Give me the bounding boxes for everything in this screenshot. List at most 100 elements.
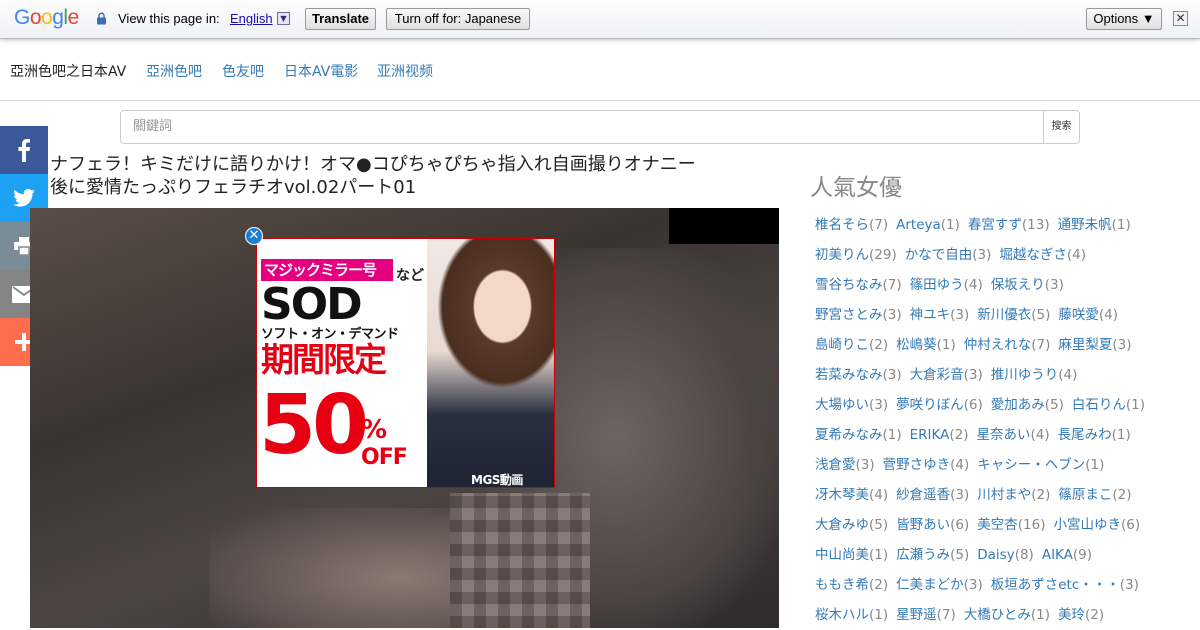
actress-link[interactable]: 堀越なぎさ bbox=[999, 247, 1067, 263]
actress-count: (1) bbox=[936, 337, 956, 353]
actress-link[interactable]: 小宮山ゆき bbox=[1053, 517, 1121, 533]
nav-link-friends-bar[interactable]: 色友吧 bbox=[222, 61, 264, 81]
ad-discount: 50 bbox=[259, 378, 369, 473]
actress-link[interactable]: 大倉みゆ bbox=[815, 517, 869, 533]
actress-count: (2) bbox=[949, 427, 969, 443]
actress-link[interactable]: 麻里梨夏 bbox=[1058, 337, 1112, 353]
actress-link[interactable]: Daisy bbox=[977, 547, 1014, 563]
actress-link[interactable]: 美玲 bbox=[1058, 607, 1085, 623]
actress-count: (5) bbox=[1044, 397, 1064, 413]
ad-banner[interactable]: マジックミラー号 など SOD ソフト・オン・デマンド 期間限定 50 % OF… bbox=[256, 238, 555, 488]
ad-percent: % bbox=[361, 415, 388, 445]
actress-count: (1) bbox=[869, 607, 889, 623]
actress-link[interactable]: 冴木琴美 bbox=[815, 487, 869, 503]
actress-link[interactable]: 川村まや bbox=[977, 487, 1031, 503]
google-logo: Google bbox=[14, 6, 79, 29]
ad-tag-suffix: など bbox=[396, 268, 424, 284]
actress-link[interactable]: 愛加あみ bbox=[991, 397, 1045, 413]
actress-link[interactable]: 紗倉遥香 bbox=[896, 487, 950, 503]
actress-count: (3) bbox=[869, 397, 889, 413]
actress-count: (4) bbox=[1030, 427, 1050, 443]
actress-link[interactable]: 板垣あずさetc・・・ bbox=[991, 577, 1120, 593]
translate-button[interactable]: Translate bbox=[305, 8, 376, 30]
actress-link[interactable]: ももき希 bbox=[815, 577, 869, 593]
actress-link[interactable]: 保坂えり bbox=[991, 277, 1045, 293]
actress-link[interactable]: 藤咲愛 bbox=[1058, 307, 1099, 323]
actress-link[interactable]: AIKA bbox=[1042, 547, 1073, 563]
video-title-line-1: ナフェラ！キミだけに語りかけ！オマ●コぴちゃぴちゃ指入れ自画撮りオナニー bbox=[50, 154, 696, 175]
actress-link[interactable]: 仁美まどか bbox=[896, 577, 964, 593]
actress-count: (3) bbox=[1044, 277, 1064, 293]
nav-link-asia-bar[interactable]: 亞洲色吧 bbox=[146, 61, 202, 81]
actress-link[interactable]: 星野遥 bbox=[896, 607, 937, 623]
actress-link[interactable]: 大橋ひとみ bbox=[964, 607, 1031, 623]
actress-link[interactable]: 松嶋葵 bbox=[896, 337, 937, 353]
actress-count: (6) bbox=[950, 517, 970, 533]
actress-link[interactable]: 仲村えれな bbox=[964, 337, 1032, 353]
actress-link[interactable]: 若菜みなみ bbox=[815, 367, 883, 383]
actress-link[interactable]: 桜木ハル bbox=[815, 607, 869, 623]
actress-count: (7) bbox=[936, 607, 956, 623]
close-icon[interactable]: ✕ bbox=[1173, 11, 1188, 26]
sidebar-title: 人氣女優 bbox=[810, 175, 902, 201]
actress-row: 冴木琴美(4) 紗倉遥香(3) 川村まや(2) 篠原まこ(2) bbox=[815, 480, 1185, 510]
actress-link[interactable]: 大場ゆい bbox=[815, 397, 869, 413]
ad-brand: SOD bbox=[261, 279, 363, 330]
actress-link[interactable]: 夢咲りぼん bbox=[896, 397, 964, 413]
actress-link[interactable]: 新川優衣 bbox=[977, 307, 1031, 323]
actress-link[interactable]: 菅野さゆき bbox=[883, 457, 951, 473]
language-link[interactable]: English bbox=[230, 11, 273, 26]
options-button[interactable]: Options ▼ bbox=[1086, 8, 1162, 30]
actress-link[interactable]: 浅倉愛 bbox=[815, 457, 856, 473]
actress-link[interactable]: 中山尚美 bbox=[815, 547, 869, 563]
actress-link[interactable]: 神ユキ bbox=[910, 307, 951, 323]
actress-row: 若菜みなみ(3) 大倉彩音(3) 推川ゆうり(4) bbox=[815, 360, 1185, 390]
language-dropdown-icon[interactable]: ▼ bbox=[277, 12, 290, 25]
facebook-share-button[interactable] bbox=[0, 126, 48, 174]
actress-link[interactable]: 大倉彩音 bbox=[910, 367, 964, 383]
actress-link[interactable]: 美空杏 bbox=[977, 517, 1018, 533]
site-brand[interactable]: 亞洲色吧之日本AV bbox=[10, 61, 126, 81]
actress-link[interactable]: 雪谷ちなみ bbox=[815, 277, 883, 293]
actress-count: (6) bbox=[963, 397, 983, 413]
nav-link-jav-movies[interactable]: 日本AV電影 bbox=[284, 61, 358, 81]
ad-headline: 期間限定 bbox=[261, 340, 387, 379]
actress-count: (3) bbox=[963, 577, 983, 593]
actress-link[interactable]: 通野未帆 bbox=[1058, 217, 1112, 233]
lock-icon bbox=[97, 12, 106, 25]
actress-count: (2) bbox=[1084, 607, 1105, 623]
actress-link[interactable]: かなで自由 bbox=[905, 247, 973, 263]
actress-link[interactable]: 広瀬うみ bbox=[896, 547, 950, 563]
search-input[interactable]: 關鍵詞 bbox=[120, 110, 1044, 144]
actress-link[interactable]: 白石りん bbox=[1072, 397, 1126, 413]
actress-link[interactable]: Arteya bbox=[896, 217, 941, 233]
actress-link[interactable]: 星奈あい bbox=[977, 427, 1031, 443]
actress-count: (1) bbox=[1085, 457, 1105, 473]
actress-list: 椎名そら(7) Arteya(1) 春宮すず(13) 通野未帆(1) 初美りん(29) か… bbox=[815, 210, 1185, 630]
actress-link[interactable]: 初美りん bbox=[815, 247, 869, 263]
actress-link[interactable]: 推川ゆうり bbox=[991, 367, 1059, 383]
actress-count: (1) bbox=[1111, 217, 1131, 233]
actress-link[interactable]: 夏希みなみ bbox=[815, 427, 883, 443]
actress-link[interactable]: 長尾みわ bbox=[1058, 427, 1112, 443]
actress-link[interactable]: 島崎りこ bbox=[815, 337, 869, 353]
actress-link[interactable]: 皆野あい bbox=[896, 517, 950, 533]
actress-link[interactable]: 椎名そら bbox=[815, 217, 869, 233]
actress-link[interactable]: ERIKA bbox=[910, 427, 950, 443]
turn-off-button[interactable]: Turn off for: Japanese bbox=[386, 8, 530, 30]
actress-row: 初美りん(29) かなで自由(3) 堀越なぎさ(4) bbox=[815, 240, 1185, 270]
ad-close-icon[interactable]: ✕ bbox=[245, 227, 263, 245]
nav-link-asia-videos[interactable]: 亚洲视频 bbox=[377, 61, 433, 81]
actress-link[interactable]: 篠田ゆう bbox=[910, 277, 964, 293]
actress-link[interactable]: 野宮さとみ bbox=[815, 307, 883, 323]
actress-row: 雪谷ちなみ(7) 篠田ゆう(4) 保坂えり(3) bbox=[815, 270, 1185, 300]
actress-row: 浅倉愛(3) 菅野さゆき(4) キャシー・ヘブン(1) bbox=[815, 450, 1185, 480]
actress-count: (1) bbox=[882, 427, 902, 443]
actress-link[interactable]: 篠原まこ bbox=[1058, 487, 1112, 503]
actress-count: (2) bbox=[1112, 487, 1132, 503]
actress-link[interactable]: 春宮すず bbox=[968, 217, 1022, 233]
actress-count: (8) bbox=[1014, 547, 1034, 563]
actress-count: (5) bbox=[1031, 307, 1051, 323]
search-button[interactable]: 搜索 bbox=[1043, 110, 1080, 144]
actress-link[interactable]: キャシー・ヘブン bbox=[977, 457, 1085, 473]
